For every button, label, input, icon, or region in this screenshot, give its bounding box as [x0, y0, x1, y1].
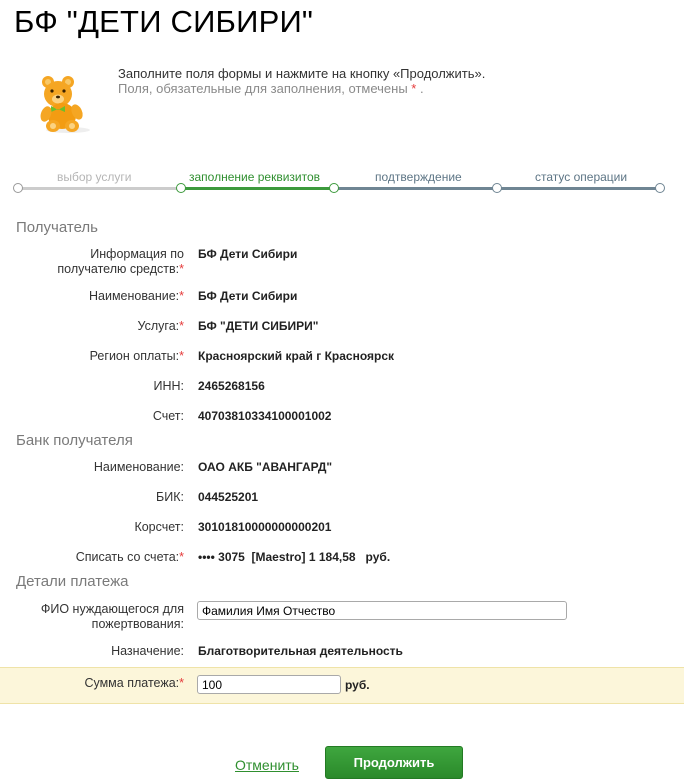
progress-segment-done — [18, 187, 181, 190]
section-payment-details: Детали платежа — [16, 573, 129, 590]
fio-input[interactable] — [197, 601, 567, 620]
region-value: Красноярский край г Красноярск — [198, 349, 395, 363]
amount-label: Сумма платежа:* — [84, 676, 184, 691]
inn-value: 2465268156 — [198, 379, 265, 393]
currency-label: руб. — [345, 678, 370, 692]
progress-dot — [176, 183, 186, 193]
recipient-name-label-text: Наименование: — [89, 289, 180, 303]
progress-dot — [13, 183, 23, 193]
region-label-text: Регион оплаты: — [89, 349, 180, 363]
step-operation-status: статус операции — [535, 170, 628, 184]
debit-account-label-text: Списать со счета: — [75, 550, 180, 564]
recipient-name-value: БФ Дети Сибири — [198, 289, 298, 303]
required-hint-end: . — [416, 81, 424, 96]
recipient-info-label: Информация по получателю средств:* — [57, 247, 184, 277]
amount-input[interactable] — [197, 675, 341, 694]
required-star: * — [179, 289, 184, 303]
progress-dot — [492, 183, 502, 193]
account-value: 40703810334100001002 — [198, 409, 332, 423]
service-value: БФ "ДЕТИ СИБИРИ" — [198, 319, 319, 333]
cancel-link[interactable]: Отменить — [235, 757, 299, 773]
service-label: Услуга:* — [138, 319, 184, 334]
bank-name-label: Наименование: — [93, 460, 184, 474]
recipient-name-label: Наименование:* — [89, 289, 184, 304]
debit-account-value: •••• 3075 [Maestro] 1 184,58 руб. — [198, 550, 391, 564]
progress-dot — [655, 183, 665, 193]
section-bank: Банк получателя — [16, 432, 133, 449]
required-hint-text: Поля, обязательные для заполнения, отмеч… — [118, 81, 408, 96]
recipient-info-label-line2: получателю средств: — [57, 262, 180, 276]
service-label-text: Услуга: — [137, 319, 180, 333]
step-confirmation: подтверждение — [375, 170, 462, 184]
required-star: * — [179, 262, 184, 276]
progress-steps: выбор услуги заполнение реквизитов подтв… — [0, 166, 684, 196]
bank-name-value: ОАО АКБ "АВАНГАРД" — [198, 460, 333, 474]
inn-label: ИНН: — [153, 379, 184, 393]
fio-label: ФИО нуждающегося для пожертвования: — [41, 602, 184, 632]
fio-label-line1: ФИО нуждающегося для — [40, 602, 184, 616]
section-recipient: Получатель — [16, 219, 98, 236]
recipient-info-label-line1: Информация по — [90, 247, 184, 261]
required-star: * — [179, 319, 184, 333]
form-instructions: Заполните поля формы и нажмите на кнопку… — [118, 66, 485, 96]
step-choose-service: выбор услуги — [57, 170, 132, 184]
continue-button[interactable]: Продолжить — [325, 746, 463, 779]
recipient-info-value: БФ Дети Сибири — [198, 247, 298, 261]
region-label: Регион оплаты:* — [90, 349, 184, 364]
progress-dot — [329, 183, 339, 193]
purpose-label: Назначение: — [111, 644, 184, 658]
bik-value: 044525201 — [198, 490, 259, 504]
progress-segment-active — [181, 187, 334, 190]
corr-account-value: 30101810000000000201 — [198, 520, 332, 534]
step-fill-details: заполнение реквизитов — [189, 170, 321, 184]
corr-account-label: Корсчет: — [134, 520, 184, 534]
fio-label-line2: пожертвования: — [91, 617, 184, 631]
instruction-text: Заполните поля формы и нажмите на кнопку… — [118, 66, 486, 81]
account-label: Счет: — [152, 409, 184, 423]
required-star: * — [179, 550, 184, 564]
required-star: * — [179, 676, 184, 690]
teddy-bear-icon — [40, 76, 90, 133]
debit-account-label: Списать со счета:* — [76, 550, 184, 565]
required-star: * — [179, 349, 184, 363]
purpose-value: Благотворительная деятельность — [198, 644, 403, 658]
required-hint: Поля, обязательные для заполнения, отмеч… — [118, 81, 485, 96]
amount-label-text: Сумма платежа: — [84, 676, 180, 690]
page-title: БФ "ДЕТИ СИБИРИ" — [14, 4, 314, 39]
bik-label: БИК: — [156, 490, 184, 504]
